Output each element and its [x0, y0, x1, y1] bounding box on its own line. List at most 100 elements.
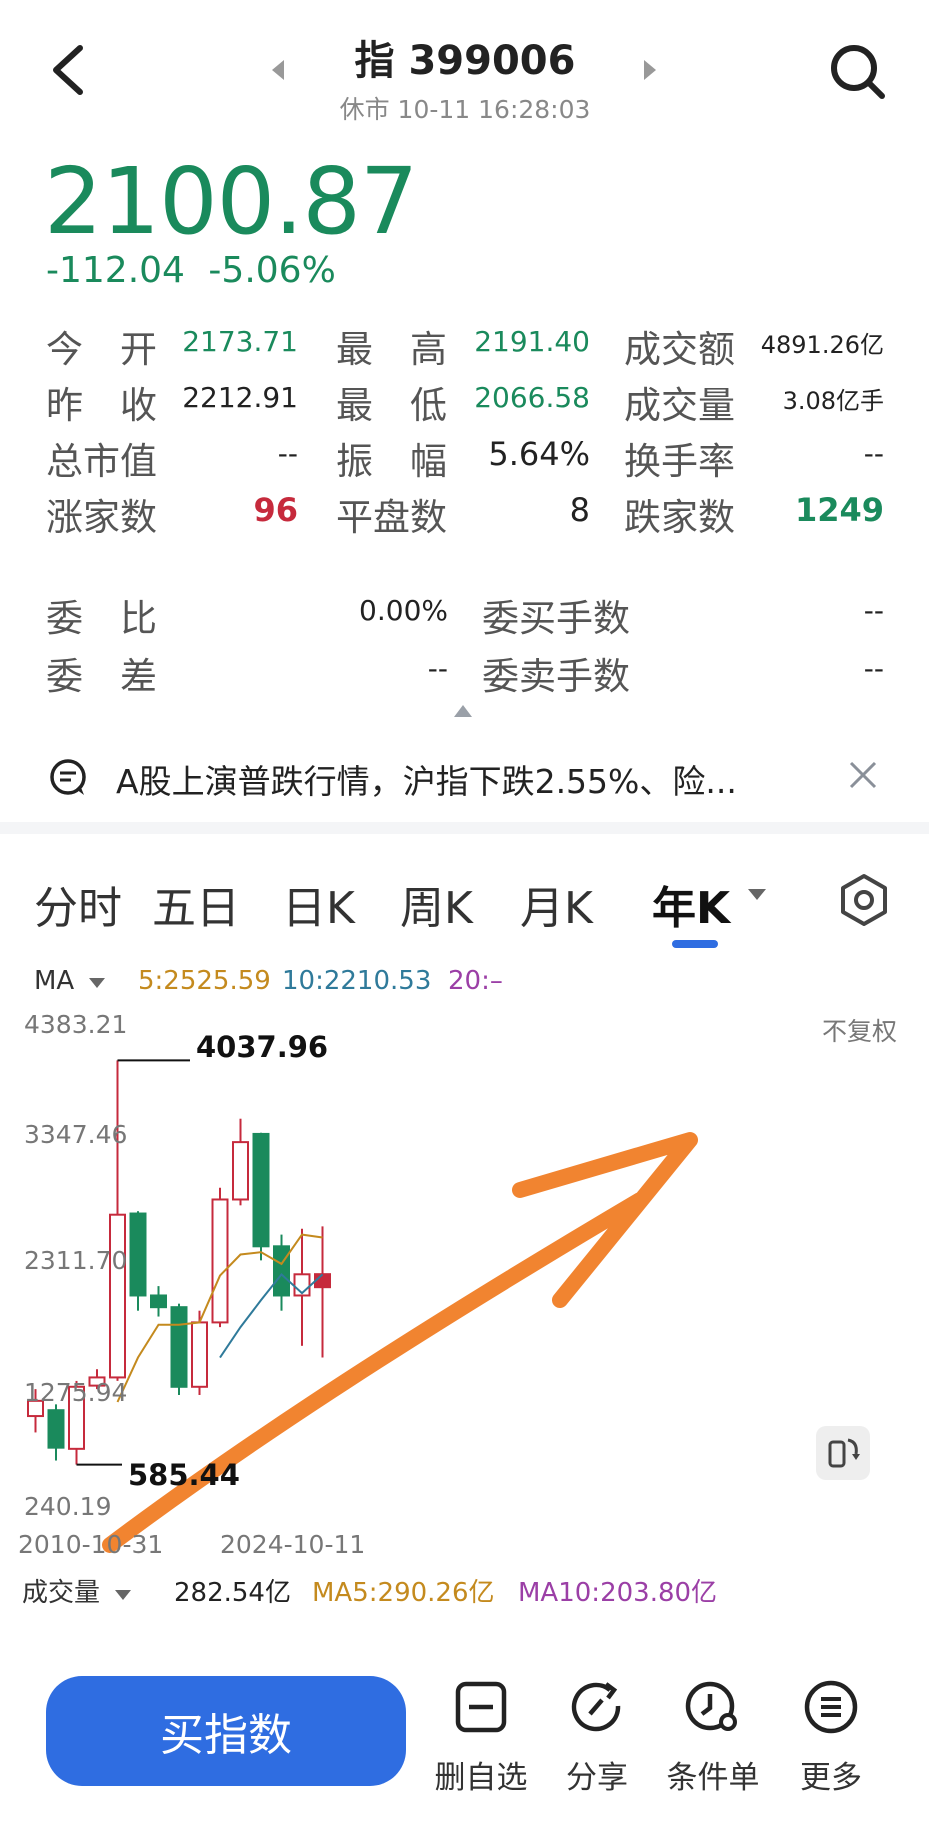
candle-body: [211, 1198, 229, 1324]
prev-stock-icon[interactable]: [268, 58, 288, 82]
candle: [273, 1234, 290, 1311]
stat-label-turnover: 成交额: [624, 328, 735, 371]
buy-index-button[interactable]: 买指数: [46, 1676, 406, 1786]
chevron-down-icon[interactable]: [746, 886, 768, 902]
y-axis-label: 3347.46: [24, 1120, 128, 1149]
search-icon[interactable]: [826, 40, 888, 102]
back-arrow-icon[interactable]: [44, 40, 94, 100]
candle-body: [129, 1212, 147, 1297]
stat-value-volume: 3.08亿手: [782, 387, 884, 415]
more-label[interactable]: 更多: [771, 1752, 891, 1797]
candle-body: [252, 1132, 270, 1248]
volume-ma5: MA5:290.26亿: [312, 1578, 495, 1608]
stat-label-amplitude: 振 幅: [336, 440, 447, 483]
stat-label-decliners: 跌家数: [624, 496, 735, 539]
stat-label-volume: 成交量: [624, 384, 735, 427]
y-axis-label: 1275.94: [24, 1378, 128, 1407]
settings-icon[interactable]: [836, 872, 892, 928]
y-axis-label: 240.19: [24, 1492, 112, 1521]
stat-value-prev-close: 2212.91: [182, 381, 298, 414]
buy-volume-label: 委买手数: [482, 597, 630, 640]
stat-value-open: 2173.71: [182, 325, 298, 358]
stat-label-prev-close: 昨 收: [46, 384, 157, 427]
status-text: 休市: [339, 95, 390, 124]
stat-label-unchanged: 平盘数: [336, 496, 447, 539]
news-chat-icon: [50, 759, 86, 795]
candle: [170, 1303, 188, 1395]
clock-order-icon[interactable]: [682, 1676, 744, 1738]
volume-ma10: MA10:203.80亿: [518, 1578, 718, 1608]
stat-value-decliners: 1249: [794, 491, 884, 529]
stat-value-advancers: 96: [253, 491, 298, 529]
tab-intraday[interactable]: 分时: [34, 872, 122, 936]
collapse-caret-icon[interactable]: [452, 703, 474, 719]
candle-body: [232, 1141, 249, 1201]
order-ratio-label: 委 比: [46, 597, 157, 640]
buy-volume-value: --: [863, 594, 884, 627]
stat-value-turnover-rate: --: [863, 437, 884, 470]
stat-value-amplitude: 5.64%: [488, 435, 590, 473]
datetime: 10-11 16:28:03: [397, 95, 591, 124]
section-divider: [0, 822, 929, 834]
low-marker: 585.44: [128, 1458, 240, 1492]
current-price: 2100.87: [44, 148, 418, 255]
stat-value-market-cap: --: [277, 437, 298, 470]
conditional-order-label[interactable]: 条件单: [653, 1752, 773, 1797]
sell-volume-label: 委卖手数: [482, 655, 630, 698]
rotate-screen-button[interactable]: [816, 1426, 870, 1480]
change-amount: -112.04: [46, 250, 185, 291]
volume-selector[interactable]: 成交量: [22, 1572, 132, 1609]
next-stock-icon[interactable]: [640, 58, 660, 82]
x-axis-label: 2010-10-31: [18, 1530, 164, 1559]
chevron-down-icon: [89, 978, 106, 988]
close-icon[interactable]: [846, 758, 880, 792]
chevron-down-icon: [115, 1590, 132, 1600]
share-label[interactable]: 分享: [537, 1752, 657, 1797]
candle: [314, 1226, 331, 1358]
share-icon[interactable]: [566, 1676, 628, 1738]
order-ratio-value: 0.00%: [359, 594, 448, 627]
tab-yearly-k[interactable]: 年K: [652, 872, 730, 936]
candle-body: [170, 1306, 188, 1388]
candle: [211, 1187, 229, 1328]
candle: [150, 1286, 167, 1317]
rotate-icon: [828, 1438, 860, 1468]
candle-body: [150, 1294, 167, 1309]
candle: [47, 1404, 65, 1461]
volume-label: 成交量: [22, 1578, 101, 1608]
stat-label-open: 今 开: [46, 328, 157, 371]
y-axis-label: 4383.21: [24, 1010, 128, 1039]
price-change: -112.04 -5.06%: [46, 250, 336, 291]
stat-value-unchanged: 8: [569, 491, 590, 529]
candle: [129, 1211, 147, 1311]
candle-body: [314, 1273, 331, 1289]
market-status: 休市 10-11 16:28:03: [300, 90, 630, 126]
remove-watchlist-label[interactable]: 删自选: [421, 1752, 541, 1797]
tab-monthly-k[interactable]: 月K: [520, 872, 593, 936]
tab-weekly-k[interactable]: 周K: [400, 872, 473, 936]
stat-label-advancers: 涨家数: [46, 496, 157, 539]
candle: [109, 1060, 126, 1381]
more-icon[interactable]: [800, 1676, 862, 1738]
order-diff-label: 委 差: [46, 655, 157, 698]
adjust-mode[interactable]: 不复权: [822, 1012, 897, 1048]
stat-label-high: 最 高: [336, 328, 447, 371]
stat-label-turnover-rate: 换手率: [624, 440, 735, 483]
stat-label-market-cap: 总市值: [46, 440, 157, 483]
candle: [232, 1118, 249, 1206]
stat-value-high: 2191.40: [474, 325, 590, 358]
tab-daily-k[interactable]: 日K: [282, 872, 355, 936]
stat-value-turnover: 4891.26亿: [760, 331, 884, 359]
news-headline[interactable]: A股上演普跌行情，沪指下跌2.55%、险...: [116, 755, 737, 803]
x-axis-label: 2024-10-11: [220, 1530, 366, 1559]
stat-value-low: 2066.58: [474, 381, 590, 414]
candle-body: [191, 1321, 208, 1388]
change-percent: -5.06%: [208, 250, 336, 291]
candle: [252, 1132, 270, 1261]
tab-five-day[interactable]: 五日: [152, 872, 240, 936]
stock-title: 指 399006: [354, 38, 576, 84]
order-diff-value: --: [427, 652, 448, 685]
high-marker: 4037.96: [196, 1030, 329, 1064]
minus-square-icon[interactable]: [450, 1676, 512, 1738]
sell-volume-value: --: [863, 652, 884, 685]
